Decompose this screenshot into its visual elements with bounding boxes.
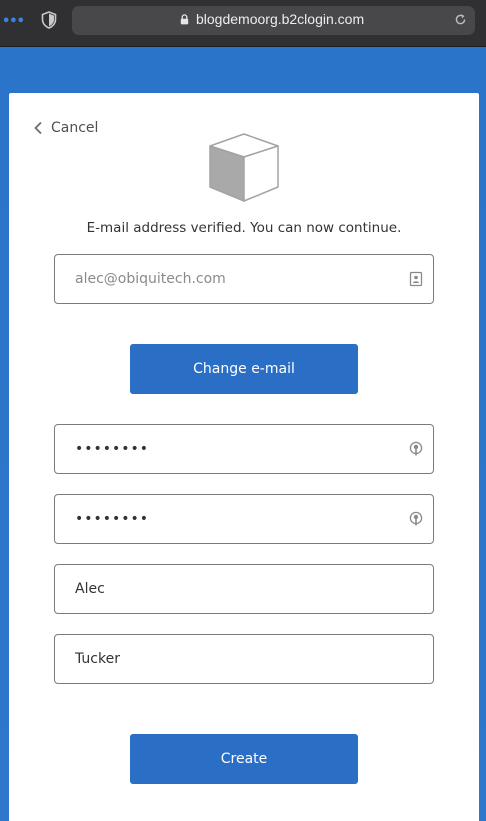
email-field[interactable] (54, 254, 434, 304)
given-name-input[interactable] (75, 565, 395, 613)
password-input[interactable] (75, 425, 395, 473)
tab-overview-icon[interactable]: ••• (2, 14, 25, 29)
password-key-icon[interactable] (409, 511, 423, 527)
change-email-button[interactable]: Change e-mail (130, 344, 358, 394)
cancel-label: Cancel (51, 120, 99, 136)
reload-icon[interactable] (454, 13, 467, 26)
confirm-password-input[interactable] (75, 495, 395, 543)
email-input[interactable] (75, 255, 395, 303)
surname-input[interactable] (75, 635, 395, 683)
lock-icon (180, 14, 189, 25)
privacy-shield-icon[interactable] (41, 11, 57, 29)
cube-logo-icon (209, 133, 279, 202)
address-bar[interactable]: blogdemoorg.b2clogin.com (72, 6, 475, 35)
chevron-left-icon (34, 121, 42, 135)
given-name-field[interactable] (54, 564, 434, 614)
cancel-link[interactable]: Cancel (33, 120, 98, 136)
create-button[interactable]: Create (130, 734, 358, 784)
password-field[interactable] (54, 424, 434, 474)
browser-toolbar: ••• blogdemoorg.b2clogin.com (0, 0, 486, 47)
signup-card: Cancel E-mail address verified. You can … (9, 93, 479, 821)
confirm-password-field[interactable] (54, 494, 434, 544)
verification-status: E-mail address verified. You can now con… (86, 220, 402, 236)
url-text: blogdemoorg.b2clogin.com (196, 11, 365, 27)
surname-field[interactable] (54, 634, 434, 684)
contact-card-icon (409, 271, 423, 287)
password-key-icon[interactable] (409, 441, 423, 457)
